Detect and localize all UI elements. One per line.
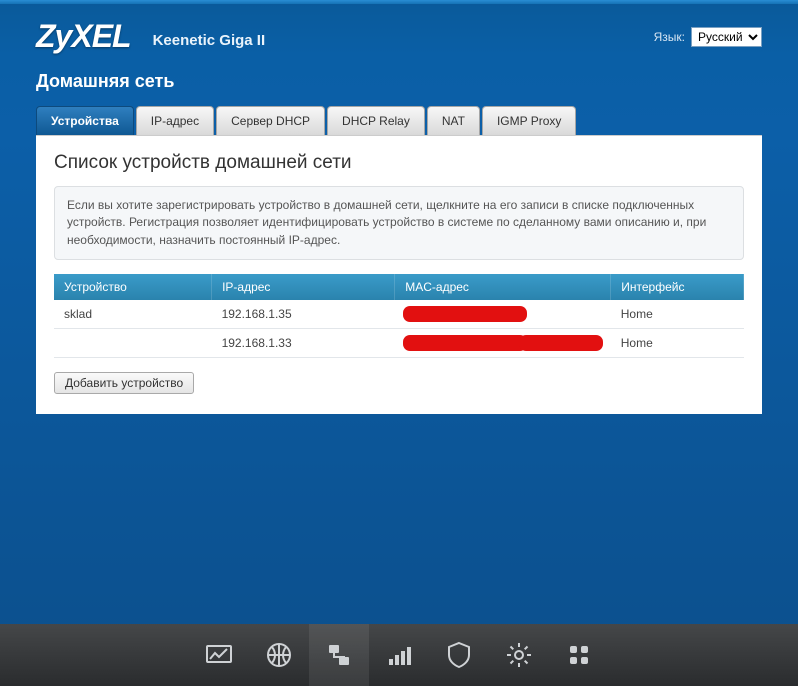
tab-devices[interactable]: Устройства [36, 106, 134, 135]
col-device: Устройство [54, 274, 212, 300]
tab-nat[interactable]: NAT [427, 106, 480, 135]
signal-icon[interactable] [369, 624, 429, 686]
bottom-nav [0, 624, 798, 686]
cell-ip: 192.168.1.33 [212, 329, 395, 358]
col-ip: IP-адрес [212, 274, 395, 300]
gear-icon[interactable] [489, 624, 549, 686]
tab-dhcp-relay[interactable]: DHCP Relay [327, 106, 425, 135]
tab-dhcp-server[interactable]: Сервер DHCP [216, 106, 325, 135]
apps-icon[interactable] [549, 624, 609, 686]
cell-mac [395, 329, 611, 358]
language-selector: Язык: Русский [654, 27, 762, 47]
brand-logo: ZyXEL [36, 18, 131, 55]
language-label: Язык: [654, 30, 685, 44]
language-select[interactable]: Русский [691, 27, 762, 47]
table-row[interactable]: 192.168.1.33 Home [54, 329, 744, 358]
model-name: Keenetic Giga II [153, 32, 266, 49]
content-panel: Список устройств домашней сети Если вы х… [36, 135, 762, 414]
cell-mac [395, 300, 611, 329]
tab-ip-address[interactable]: IP-адрес [136, 106, 214, 135]
network-icon[interactable] [309, 624, 369, 686]
tab-igmp-proxy[interactable]: IGMP Proxy [482, 106, 576, 135]
cell-iface: Home [611, 329, 744, 358]
add-device-button[interactable]: Добавить устройство [54, 372, 194, 394]
shield-icon[interactable] [429, 624, 489, 686]
header: ZyXEL Keenetic Giga II Язык: Русский [0, 4, 798, 65]
section-description: Если вы хотите зарегистрировать устройст… [54, 186, 744, 260]
tabs: Устройства IP-адрес Сервер DHCP DHCP Rel… [0, 106, 798, 135]
section-heading: Список устройств домашней сети [54, 152, 744, 174]
redacted-mac [405, 308, 525, 320]
cell-device [54, 329, 212, 358]
redacted-mac [405, 337, 525, 349]
cell-ip: 192.168.1.35 [212, 300, 395, 329]
devices-table: Устройство IP-адрес MAC-адрес Интерфейс … [54, 274, 744, 358]
redacted-mac [521, 337, 601, 349]
page-title: Домашняя сеть [0, 65, 798, 106]
table-header-row: Устройство IP-адрес MAC-адрес Интерфейс [54, 274, 744, 300]
col-interface: Интерфейс [611, 274, 744, 300]
col-mac: MAC-адрес [395, 274, 611, 300]
table-row[interactable]: sklad 192.168.1.35 Home [54, 300, 744, 329]
cell-iface: Home [611, 300, 744, 329]
cell-device: sklad [54, 300, 212, 329]
globe-icon[interactable] [249, 624, 309, 686]
dashboard-icon[interactable] [189, 624, 249, 686]
